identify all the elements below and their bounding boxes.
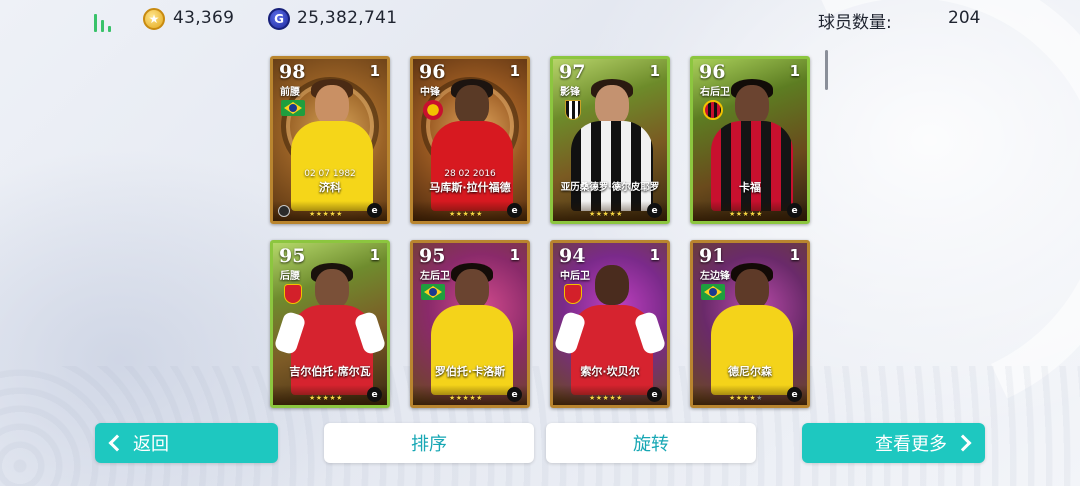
brazil-flag-icon [421, 284, 445, 300]
player-card-grid: 98 1 前腰 02 07 1982 济科 ★★★★★ e 96 1 中锋 28… [270, 56, 810, 408]
player-card[interactable]: 98 1 前腰 02 07 1982 济科 ★★★★★ e [270, 56, 390, 224]
card-stars: ★★★★★ [729, 210, 763, 218]
player-card[interactable]: 95 1 左后卫 罗伯托·卡洛斯 ★★★★★ e [410, 240, 530, 408]
card-position: 左边锋 [700, 271, 730, 282]
card-player-name: 济科 [319, 181, 341, 194]
player-card[interactable]: 91 1 左边锋 德尼尔森 ★★★★★ e [690, 240, 810, 408]
arsenal-crest-icon [564, 284, 582, 304]
gp-icon: G [268, 8, 290, 30]
sort-button[interactable]: 排序 [324, 423, 534, 463]
card-level: 1 [369, 62, 380, 80]
ac-milan-crest-icon [703, 100, 723, 120]
card-level: 1 [509, 246, 520, 264]
card-stars: ★★★★★ [309, 210, 343, 218]
player-card[interactable]: 96 1 中锋 28 02 2016 马库斯·拉什福德 ★★★★★ e [410, 56, 530, 224]
brazil-flag-icon [281, 100, 305, 116]
efootball-icon: e [507, 387, 522, 402]
card-player-name: 亚历桑德罗·德尔皮耶罗 [560, 182, 660, 193]
card-stars: ★★★★★ [449, 394, 483, 402]
card-level: 1 [369, 246, 380, 264]
arsenal-crest-icon [284, 284, 302, 304]
card-stars: ★★★★★ [589, 210, 623, 218]
top-bar: ★ 43,369 G 25,382,741 球员数量: 204 [0, 0, 1080, 38]
view-more-button[interactable]: 查看更多 [802, 423, 985, 463]
efootball-icon: e [787, 387, 802, 402]
efootball-icon: e [647, 203, 662, 218]
manchester-united-crest-icon [423, 100, 443, 120]
card-rating: 91 [699, 245, 726, 267]
view-more-button-label: 查看更多 [875, 434, 947, 455]
card-date: 28 02 2016 [444, 169, 496, 179]
coin-balance: 43,369 [173, 8, 235, 28]
efootball-icon: e [787, 203, 802, 218]
scrollbar[interactable] [825, 50, 828, 90]
efootball-icon: e [367, 387, 382, 402]
card-stars: ★★★★★ [449, 210, 483, 218]
card-rating: 95 [279, 245, 306, 267]
card-rating: 97 [559, 61, 586, 83]
sort-button-label: 排序 [411, 434, 447, 455]
card-position: 右后卫 [700, 87, 730, 98]
gp-balance: 25,382,741 [297, 8, 398, 28]
card-position: 中后卫 [560, 271, 590, 282]
chevron-left-icon [108, 434, 126, 452]
card-player-name: 罗伯托·卡洛斯 [434, 365, 506, 378]
card-player-name: 卡福 [739, 181, 761, 194]
card-player-name: 德尼尔森 [728, 365, 772, 378]
card-stars: ★★★★★ [309, 394, 343, 402]
player-card[interactable]: 96 1 右后卫 卡福 ★★★★★ e [690, 56, 810, 224]
back-button-label: 返回 [133, 434, 169, 455]
card-level: 1 [789, 246, 800, 264]
card-stars: ★★★★★ [729, 394, 763, 402]
card-position: 前腰 [280, 87, 300, 98]
player-count-label: 球员数量: [818, 13, 892, 33]
player-card[interactable]: 95 1 后腰 吉尔伯托·席尔瓦 ★★★★★ e [270, 240, 390, 408]
card-level: 1 [509, 62, 520, 80]
brazil-flag-icon [701, 284, 725, 300]
back-button[interactable]: 返回 [95, 423, 278, 463]
player-card[interactable]: 97 1 影锋 亚历桑德罗·德尔皮耶罗 ★★★★★ e [550, 56, 670, 224]
card-position: 左后卫 [420, 271, 450, 282]
card-position: 中锋 [420, 87, 440, 98]
card-rating: 94 [559, 245, 586, 267]
card-level: 1 [789, 62, 800, 80]
chevron-right-icon [954, 434, 972, 452]
card-player-name: 马库斯·拉什福德 [429, 181, 511, 194]
card-rating: 98 [279, 61, 306, 83]
stats-icon[interactable] [94, 10, 116, 32]
coin-icon: ★ [143, 8, 165, 30]
card-position: 后腰 [280, 271, 300, 282]
efootball-icon: e [507, 203, 522, 218]
card-rating: 96 [699, 61, 726, 83]
juventus-crest-icon [565, 100, 581, 120]
card-player-name: 吉尔伯托·席尔瓦 [289, 365, 371, 378]
card-date: 02 07 1982 [304, 169, 356, 179]
card-rating: 96 [419, 61, 446, 83]
rotate-button-label: 旋转 [633, 434, 669, 455]
card-level: 1 [649, 62, 660, 80]
playstyle-icon [278, 205, 290, 217]
card-stars: ★★★★★ [589, 394, 623, 402]
efootball-icon: e [647, 387, 662, 402]
player-card[interactable]: 94 1 中后卫 索尔·坎贝尔 ★★★★★ e [550, 240, 670, 408]
player-count-value: 204 [948, 8, 981, 28]
efootball-icon: e [367, 203, 382, 218]
card-rating: 95 [419, 245, 446, 267]
card-player-name: 索尔·坎贝尔 [580, 365, 640, 378]
card-position: 影锋 [560, 87, 580, 98]
card-level: 1 [649, 246, 660, 264]
rotate-button[interactable]: 旋转 [546, 423, 756, 463]
